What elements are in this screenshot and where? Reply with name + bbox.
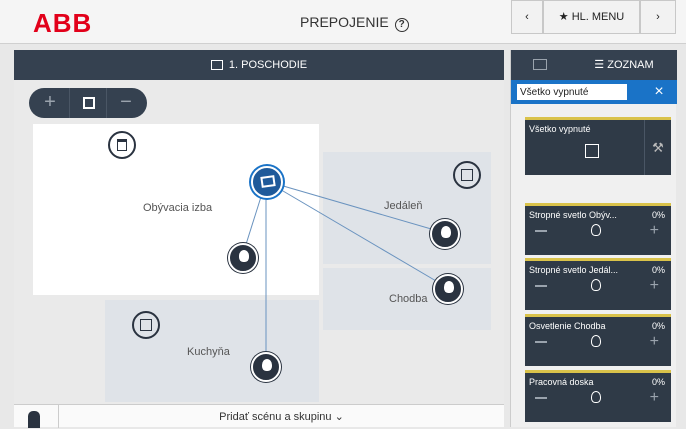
light-device-jedalen[interactable]: [430, 219, 460, 249]
light-card-name: Stropné svetlo Obýv...: [529, 210, 617, 220]
home-menu-label: HL. MENU: [571, 11, 625, 23]
light-card[interactable]: Stropné svetlo Obýv... 0% +: [525, 203, 671, 255]
wrench-icon: ⚒: [652, 140, 664, 155]
zoom-in-button[interactable]: +: [31, 88, 69, 118]
add-scene-group-button[interactable]: Pridať scénu a skupinu ⌄: [58, 405, 504, 428]
zoom-controls: + −: [29, 88, 147, 118]
light-device-chodba[interactable]: [433, 274, 463, 304]
home-icon[interactable]: [28, 411, 40, 428]
bulb-icon: [239, 250, 249, 262]
forward-button[interactable]: ›: [640, 0, 676, 34]
light-card-name: Stropné svetlo Jedál...: [529, 265, 619, 275]
add-scene-group-label: Pridať scénu a skupinu: [219, 411, 332, 423]
floor-header[interactable]: 1. POSCHODIE: [14, 50, 504, 80]
room-label-kuchyna: Kuchyňa: [187, 346, 230, 358]
light-card-level: 0%: [651, 265, 665, 275]
back-button[interactable]: ‹: [511, 0, 543, 34]
light-device-obyvacia[interactable]: [228, 243, 258, 273]
bulb-icon: [262, 359, 272, 371]
filter-bar: ×: [511, 80, 677, 104]
floor-title: 1. POSCHODIE: [228, 59, 308, 71]
room-label-chodba: Chodba: [389, 293, 428, 305]
zoom-out-button[interactable]: −: [107, 88, 145, 118]
right-panel-header: ☰ ZOZNAM: [511, 50, 677, 80]
scene-card[interactable]: Všetko vypnuté ⚒: [525, 117, 671, 175]
help-icon[interactable]: ?: [394, 18, 409, 32]
panel-collapse-icon[interactable]: [533, 59, 547, 70]
scene-card-name: Všetko vypnuté: [529, 124, 591, 134]
increase-button[interactable]: +: [650, 278, 659, 294]
right-panel: ☰ ZOZNAM × Všetko vypnuté ⚒ Stropné svet…: [510, 50, 677, 427]
fit-view-button[interactable]: [69, 88, 107, 118]
room-label-jedalen: Jedáleň: [384, 200, 423, 212]
room-icon-obyvacia[interactable]: [108, 131, 136, 159]
light-card[interactable]: Stropné svetlo Jedál... 0% +: [525, 258, 671, 310]
decrease-button[interactable]: [535, 285, 547, 287]
top-bar: ABB PREPOJENIE? ‹ ★ HL. MENU ›: [0, 0, 686, 44]
scene-settings-button[interactable]: ⚒: [644, 120, 671, 175]
bulb-icon: [591, 224, 601, 236]
light-card-level: 0%: [651, 210, 665, 220]
blinds-icon: [117, 139, 127, 151]
abb-logo: ABB: [33, 8, 93, 38]
bulb-icon: [441, 226, 451, 238]
list-icon: ☰: [594, 59, 605, 71]
scene-icon: [585, 144, 599, 158]
floor-plan-icon: [210, 60, 223, 71]
filter-input[interactable]: [517, 84, 627, 100]
window-icon: [461, 169, 473, 181]
light-device-kuchyna[interactable]: [251, 352, 281, 382]
fit-icon: [83, 97, 95, 109]
chevron-left-icon: ‹: [525, 11, 529, 23]
decrease-button[interactable]: [535, 341, 547, 343]
light-card-name: Pracovná doska: [529, 377, 594, 387]
home-menu-button[interactable]: ★ HL. MENU: [543, 0, 640, 34]
room-icon-jedalen[interactable]: [453, 161, 481, 189]
bulb-icon: [444, 281, 454, 293]
increase-button[interactable]: +: [650, 390, 659, 406]
chevron-down-icon: ⌄: [334, 411, 344, 423]
bulb-icon: [591, 391, 601, 403]
list-view-tab[interactable]: ☰ ZOZNAM: [571, 50, 677, 80]
star-icon: ★: [558, 11, 569, 23]
room-label-obyvacia-izba: Obývacia izba: [143, 202, 213, 214]
room-icon-kuchyna[interactable]: [132, 311, 160, 339]
window-icon: [140, 319, 152, 331]
light-card[interactable]: Pracovná doska 0% +: [525, 370, 671, 422]
decrease-button[interactable]: [535, 397, 547, 399]
scene-icon: [260, 175, 276, 188]
bottom-bar: Pridať scénu a skupinu ⌄: [14, 404, 504, 428]
decrease-button[interactable]: [535, 230, 547, 232]
light-card-level: 0%: [651, 377, 665, 387]
chevron-right-icon: ›: [656, 11, 660, 23]
scene-device[interactable]: [251, 166, 283, 198]
page-title: PREPOJENIE?: [300, 13, 409, 32]
bulb-icon: [591, 279, 601, 291]
page-title-text: PREPOJENIE: [300, 14, 389, 30]
bulb-icon: [591, 335, 601, 347]
increase-button[interactable]: +: [650, 334, 659, 350]
light-card-level: 0%: [651, 321, 665, 331]
increase-button[interactable]: +: [650, 223, 659, 239]
light-card-name: Osvetlenie Chodba: [529, 321, 606, 331]
list-view-label: ZOZNAM: [607, 59, 654, 71]
light-card[interactable]: Osvetlenie Chodba 0% +: [525, 314, 671, 366]
close-filter-button[interactable]: ×: [647, 81, 671, 103]
